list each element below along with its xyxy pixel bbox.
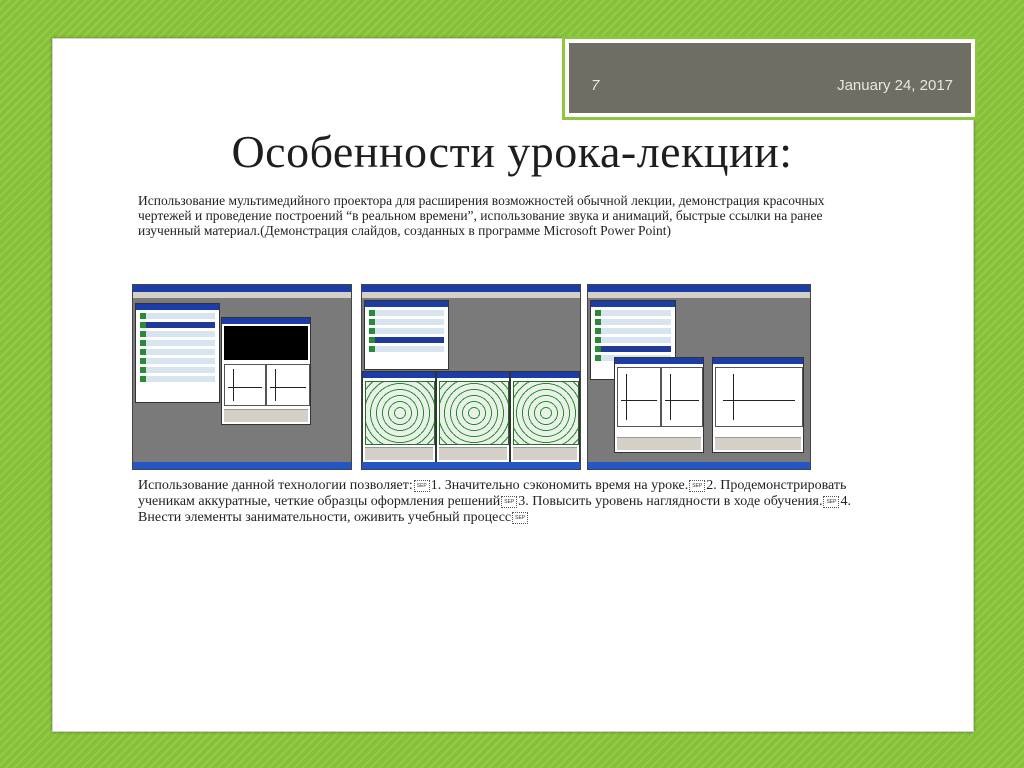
lesson-list-window — [135, 303, 220, 403]
screenshot-menubar — [133, 292, 351, 298]
intro-paragraph: Использование мультимедийного проектора … — [138, 193, 825, 238]
slide-number: 7 — [591, 77, 600, 94]
sep-glyph: SEP — [413, 479, 430, 492]
screenshot-titlebar — [133, 285, 351, 292]
sep-glyph: SEP — [512, 511, 529, 524]
screenshot-taskbar — [133, 462, 351, 469]
sep-glyph: SEP — [501, 495, 518, 508]
graph-window — [221, 317, 311, 425]
screenshot-3 — [587, 284, 811, 470]
field-window-2 — [436, 371, 510, 463]
geometry-window-1 — [614, 357, 704, 453]
sep-glyph: SEP — [823, 495, 840, 508]
screenshot-taskbar — [362, 462, 580, 469]
field-window-3 — [510, 371, 580, 463]
lesson-list-window — [364, 300, 449, 370]
benefit-3: 3. Повысить уровень наглядности в ходе о… — [518, 494, 823, 509]
screenshot-2 — [361, 284, 581, 470]
screenshot-menubar — [362, 292, 580, 298]
slide-title: Особенности урока-лекции: — [231, 126, 793, 177]
screenshot-titlebar — [362, 285, 580, 292]
sep-glyph: SEP — [689, 479, 706, 492]
screenshot-menubar — [588, 292, 810, 298]
field-window-1 — [362, 371, 436, 463]
screenshot-1 — [132, 284, 352, 470]
screenshot-taskbar — [588, 462, 810, 469]
screenshot-titlebar — [588, 285, 810, 292]
slide-header: 7 January 24, 2017 — [562, 36, 978, 120]
benefits-paragraph: Использование данной технологии позволяе… — [138, 478, 868, 526]
geometry-window-2 — [712, 357, 804, 453]
slide-date: January 24, 2017 — [837, 77, 953, 94]
benefit-1: 1. Значительно сэкономить время на уроке… — [430, 478, 689, 493]
benefits-lead: Использование данной технологии позволяе… — [138, 478, 413, 493]
